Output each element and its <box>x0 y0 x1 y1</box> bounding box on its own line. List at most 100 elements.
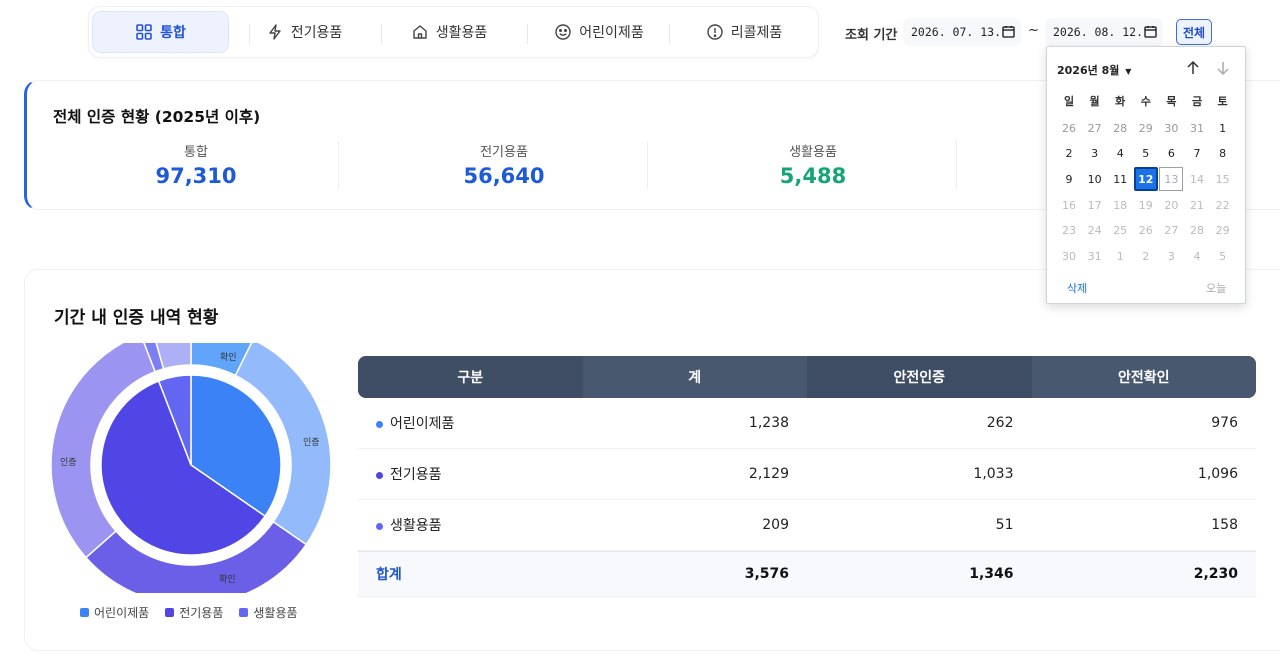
month-label: 2026년 8월 <box>1057 64 1120 77</box>
row-name: 생활용품 <box>390 518 442 534</box>
row-name: 어린이제품 <box>390 416 455 432</box>
section-title: 기간 내 인증 내역 현황 <box>54 308 219 328</box>
row-cert: 51 <box>995 517 1014 533</box>
calendar-day: 16 <box>1062 198 1076 212</box>
legend-item[interactable]: 어린이제품 <box>80 604 149 621</box>
calendar-day: 29 <box>1215 224 1230 238</box>
stat-living: 생활용품 5,488 <box>658 141 968 188</box>
pie-svg <box>50 324 332 606</box>
calendar-day[interactable]: 31 <box>1185 116 1209 140</box>
legend-swatch <box>165 608 175 617</box>
stat-label: 전기용품 <box>480 145 528 160</box>
weekday-header: 금 <box>1191 95 1203 108</box>
calendar-day[interactable]: 1 <box>1211 116 1235 140</box>
tab-integrated[interactable]: 통합 <box>92 11 229 53</box>
calendar-day: 23 <box>1062 224 1076 238</box>
stat-divider <box>647 141 648 189</box>
calendar-day[interactable]: 8 <box>1211 142 1235 166</box>
calendar-day[interactable]: 5 <box>1134 142 1158 166</box>
calendar-icon[interactable] <box>1144 25 1157 38</box>
calendar-day[interactable]: 26 <box>1057 116 1081 140</box>
stat-divider <box>956 141 957 189</box>
tab-living[interactable]: 생활용품 <box>384 11 514 53</box>
calendar-day: 14 <box>1190 172 1204 186</box>
calendar-day: 5 <box>1219 250 1227 263</box>
clear-date-button[interactable]: 삭제 <box>1067 280 1087 296</box>
tab-label: 전기용품 <box>290 25 343 41</box>
total-total: 3,576 <box>744 566 789 582</box>
legend-item[interactable]: 전기용품 <box>165 604 223 621</box>
row-total: 1,238 <box>748 415 789 431</box>
pie-label-cert: 인증 <box>303 438 320 448</box>
calendar-day[interactable]: 7 <box>1185 142 1209 166</box>
calendar-day[interactable]: 3 <box>1083 142 1107 166</box>
tab-label: 리콜제품 <box>730 25 783 41</box>
calendar-day[interactable]: 2 <box>1057 142 1081 166</box>
tab-label: 생활용품 <box>435 25 488 41</box>
all-period-button[interactable]: 전체 <box>1176 19 1212 45</box>
table-row: 전기용품 2,129 1,033 1,096 <box>358 449 1256 500</box>
total-confirm: 2,230 <box>1193 566 1238 582</box>
tab-recall[interactable]: 리콜제품 <box>679 11 809 53</box>
tab-children[interactable]: 어린이제품 <box>534 11 664 53</box>
stat-divider <box>338 141 339 189</box>
table-total-row: 합계 3,576 1,346 2,230 <box>358 551 1256 597</box>
calendar-day[interactable]: 27 <box>1083 116 1107 140</box>
pie-label-confirm: 확인 <box>220 353 237 363</box>
tab-label: 통합 <box>160 25 186 41</box>
end-date-input[interactable]: 2026. 08. 12. <box>1045 18 1163 46</box>
calendar-day[interactable]: 28 <box>1108 116 1132 140</box>
period-label: 조회 기간 <box>845 28 898 43</box>
weekday-header: 일 <box>1063 95 1075 108</box>
calendar-day[interactable]: 11 <box>1108 167 1132 191</box>
weekday-header: 화 <box>1115 95 1126 108</box>
calendar-day: 4 <box>1193 250 1201 263</box>
stat-electric: 전기용품 56,640 <box>349 141 659 188</box>
calendar-day[interactable]: 9 <box>1057 167 1081 191</box>
stat-label: 생활용품 <box>789 145 837 160</box>
today-button[interactable]: 오늘 <box>1206 280 1226 296</box>
table-row: 어린이제품 1,238 262 976 <box>358 398 1256 449</box>
weekday-header: 목 <box>1166 95 1177 108</box>
calendar-day[interactable]: 10 <box>1083 167 1107 191</box>
category-dot <box>376 420 383 428</box>
calendar-day: 31 <box>1087 250 1102 263</box>
row-category: 전기용품 <box>358 464 583 484</box>
calendar-day[interactable]: 12 <box>1133 167 1158 192</box>
legend-item[interactable]: 생활용품 <box>239 604 298 621</box>
legend-swatch <box>80 608 89 617</box>
stat-value: 56,640 <box>463 164 545 188</box>
calendar-day[interactable]: 29 <box>1134 116 1158 140</box>
alert-circle-icon <box>707 24 723 40</box>
total-label: 합계 <box>376 567 402 583</box>
row-category: 생활용품 <box>358 515 583 535</box>
col-safety-cert: 안전인증 <box>807 356 1032 398</box>
calendar-day[interactable]: 30 <box>1159 116 1183 140</box>
row-confirm: 1,096 <box>1197 466 1238 482</box>
tab-electric[interactable]: 전기용품 <box>239 11 369 53</box>
month-selector[interactable]: 2026년 8월 ▼ <box>1057 62 1131 78</box>
home-icon <box>413 25 427 39</box>
nested-pie-chart: 확인 인증 인증 확인 <box>50 324 340 606</box>
table-row: 생활용품 209 51 158 <box>358 500 1256 551</box>
calendar-icon[interactable] <box>1002 25 1015 38</box>
arrow-down-icon[interactable] <box>1214 59 1232 77</box>
certification-table: 구분 계 안전인증 안전확인 어린이제품 1,238 262 976 전기용품 … <box>358 356 1256 597</box>
calendar-day: 21 <box>1190 198 1204 212</box>
start-date-input[interactable]: 2026. 07. 13. <box>903 18 1021 46</box>
stat-value: 97,310 <box>155 164 237 188</box>
caret-down-icon: ▼ <box>1125 67 1132 76</box>
arrow-up-icon[interactable] <box>1184 59 1202 77</box>
calendar-day[interactable]: 6 <box>1159 142 1183 166</box>
tab-divider <box>527 24 528 44</box>
calendar-day: 15 <box>1215 172 1230 186</box>
category-dot <box>376 522 383 530</box>
end-date-value: 2026. 08. 12. <box>1053 25 1144 39</box>
legend-swatch <box>239 608 249 617</box>
smiley-icon <box>555 24 571 40</box>
calendar-day: 18 <box>1113 198 1128 212</box>
calendar-day: 30 <box>1062 250 1076 263</box>
calendar-day[interactable]: 4 <box>1108 142 1132 166</box>
legend-label: 생활용품 <box>253 606 298 620</box>
calendar-day: 24 <box>1087 224 1102 238</box>
